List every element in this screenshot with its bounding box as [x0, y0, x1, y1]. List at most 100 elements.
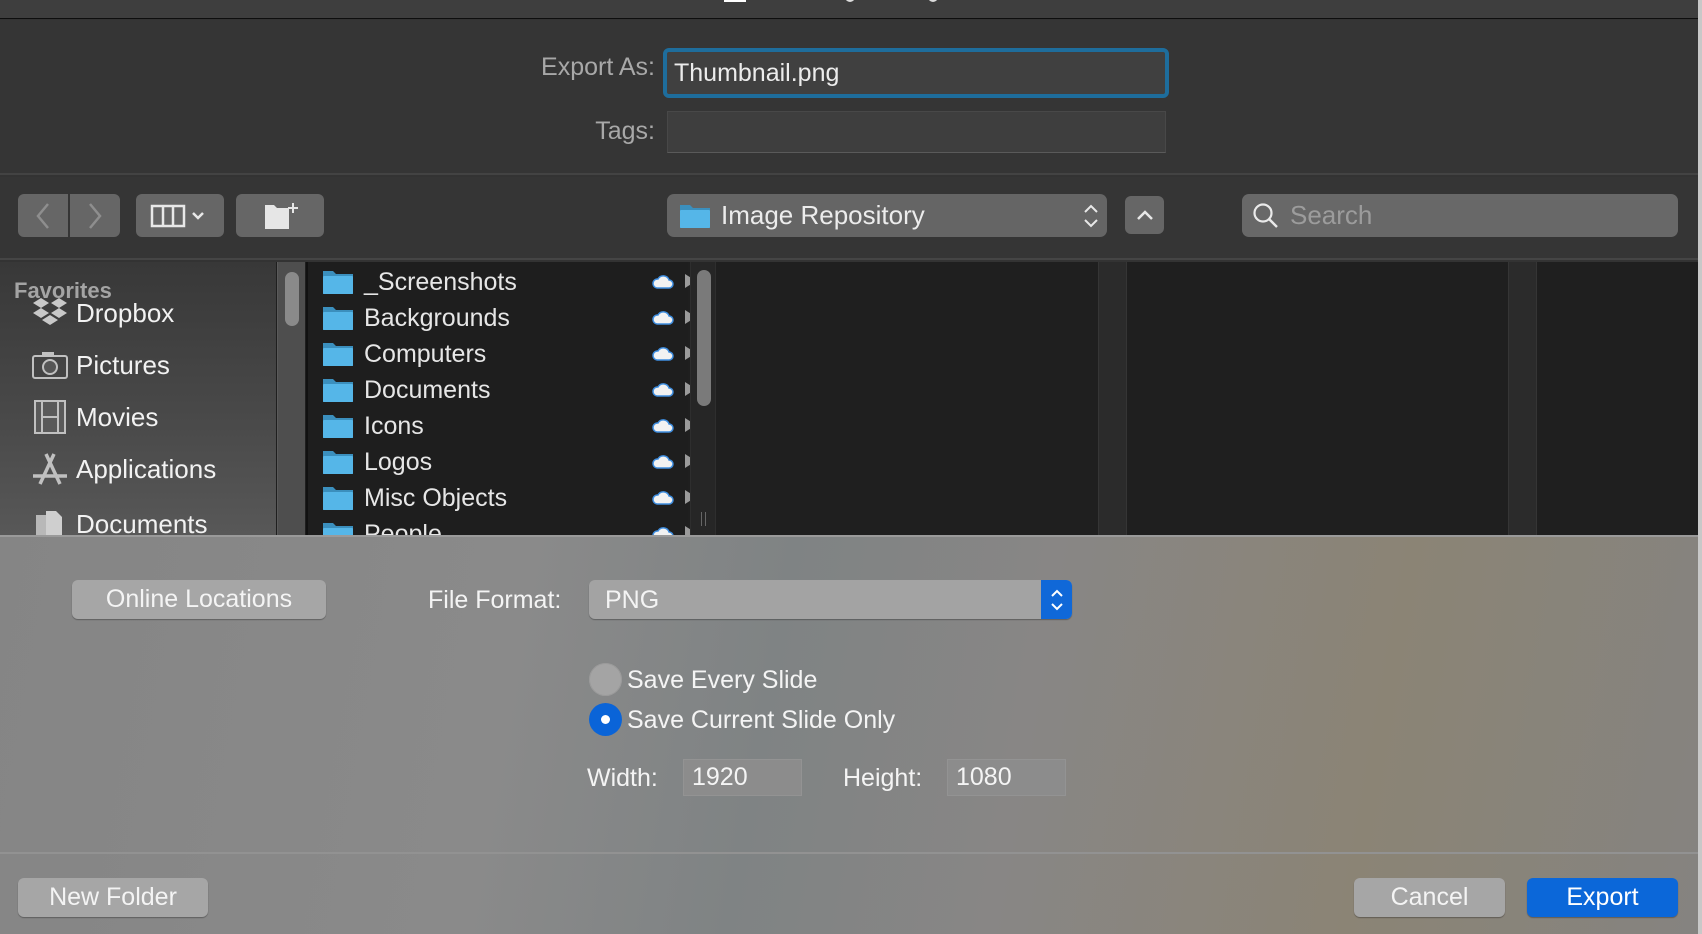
icloud-icon [652, 455, 674, 469]
save-current-slide-radio[interactable] [589, 703, 622, 736]
scrollbar-thumb[interactable] [697, 270, 711, 406]
file-name: Backgrounds [364, 303, 510, 332]
list-item[interactable]: _Screenshots [322, 264, 696, 300]
sidebar-item-label: Applications [76, 453, 217, 484]
scrollbar-thumb[interactable] [285, 272, 299, 326]
save-current-slide-label[interactable]: Save Current Slide Only [627, 706, 895, 735]
new-folder-button[interactable]: New Folder [18, 878, 208, 917]
column-separator[interactable] [1508, 262, 1537, 535]
icloud-icon [652, 311, 674, 325]
list-item[interactable]: Computers [322, 336, 696, 372]
footer-divider [0, 852, 1698, 854]
empty-column [1537, 262, 1698, 535]
list-item[interactable]: Backgrounds [322, 300, 696, 336]
sidebar-item-dropbox[interactable]: Dropbox [32, 293, 174, 333]
list-item[interactable]: Documents [322, 372, 696, 408]
sidebar-item-label: Movies [76, 401, 159, 432]
list-item[interactable]: Logos [322, 444, 696, 480]
file-format-value: PNG [605, 586, 660, 614]
column-resize-handle[interactable] [701, 512, 706, 526]
height-field[interactable] [947, 759, 1066, 796]
sidebar-item-pictures[interactable]: Pictures [32, 345, 170, 385]
export-button[interactable]: Export [1527, 878, 1678, 917]
icloud-icon [652, 491, 674, 505]
tags-field[interactable] [667, 111, 1166, 153]
icloud-icon [652, 419, 674, 433]
file-format-select[interactable]: PNG [589, 580, 1072, 619]
file-name: Misc Objects [364, 483, 508, 512]
expand-collapse-button[interactable] [1125, 196, 1164, 234]
folder-icon [323, 379, 353, 402]
document-icon [724, 0, 746, 2]
camera-icon [32, 347, 68, 383]
width-label: Width: [587, 764, 658, 792]
search-icon [1253, 202, 1278, 228]
list-item[interactable]: Misc Objects [322, 480, 696, 516]
forward-button[interactable] [70, 194, 120, 237]
width-field[interactable] [683, 759, 802, 796]
back-button[interactable] [18, 194, 68, 237]
icloud-icon [652, 347, 674, 361]
new-folder-icon [265, 202, 298, 229]
export-as-input[interactable] [667, 52, 1165, 94]
online-locations-button[interactable]: Online Locations [72, 580, 326, 619]
empty-column [717, 262, 1098, 535]
window-title-bar [0, 0, 1702, 19]
save-every-slide-label[interactable]: Save Every Slide [627, 666, 817, 695]
sidebar-item-label: Documents [76, 508, 208, 536]
column-view-icon [150, 204, 204, 227]
column-scrollbar[interactable] [690, 262, 716, 535]
column-separator[interactable] [1098, 262, 1127, 535]
film-icon [32, 399, 68, 435]
height-input[interactable] [948, 760, 1065, 795]
sidebar: Favorites Dropbox Pictures Movies Applic… [0, 262, 276, 535]
dropbox-icon [32, 295, 68, 331]
location-popup[interactable]: Image Repository [667, 194, 1107, 237]
export-as-field[interactable] [663, 48, 1169, 98]
file-name: Documents [364, 375, 491, 404]
export-options-panel: Online Locations File Format: PNG Save E… [0, 535, 1698, 934]
icloud-icon [652, 527, 674, 535]
sidebar-item-movies[interactable]: Movies [32, 397, 158, 437]
file-column: _Screenshots Backgrounds Computers Document… [306, 262, 696, 535]
chevron-right-icon [89, 202, 102, 229]
height-label: Height: [843, 764, 923, 792]
documents-icon [32, 506, 68, 535]
new-folder-toolbar-button[interactable] [236, 194, 324, 237]
folder-icon [323, 523, 353, 535]
file-name: _Screenshots [364, 267, 517, 296]
sidebar-item-applications[interactable]: Applications [32, 449, 216, 489]
view-options-button[interactable] [136, 194, 224, 237]
folder-icon [323, 487, 353, 510]
updown-chevron-icon [1084, 204, 1098, 228]
title-text-fragment [845, 0, 855, 2]
folder-icon [323, 451, 353, 474]
file-name: Computers [364, 339, 487, 368]
file-name: People [364, 519, 442, 536]
save-every-slide-radio[interactable] [589, 663, 622, 696]
chevron-left-icon [36, 202, 49, 229]
folder-icon [323, 343, 353, 366]
folder-icon [323, 415, 353, 438]
sidebar-item-documents[interactable]: Documents [32, 504, 208, 535]
list-item[interactable]: Icons [322, 408, 696, 444]
search-field[interactable] [1242, 194, 1678, 237]
file-format-label: File Format: [428, 586, 562, 614]
sidebar-item-label: Dropbox [76, 297, 175, 328]
search-input[interactable] [1290, 200, 1650, 231]
cancel-button[interactable]: Cancel [1354, 878, 1505, 917]
sidebar-scrollbar[interactable] [277, 262, 305, 535]
width-input[interactable] [684, 760, 801, 795]
icloud-icon [652, 383, 674, 397]
tags-input[interactable] [668, 112, 1165, 152]
list-item[interactable]: People [322, 516, 696, 536]
browser-toolbar: Image Repository [0, 177, 1698, 260]
folder-icon [680, 204, 710, 228]
export-as-label: Export As: [541, 53, 655, 81]
empty-column [1127, 262, 1508, 535]
title-text-fragment [928, 0, 938, 2]
folder-icon [323, 307, 353, 330]
file-name: Icons [364, 411, 424, 440]
icloud-icon [652, 275, 674, 289]
window-edge [1698, 0, 1702, 934]
